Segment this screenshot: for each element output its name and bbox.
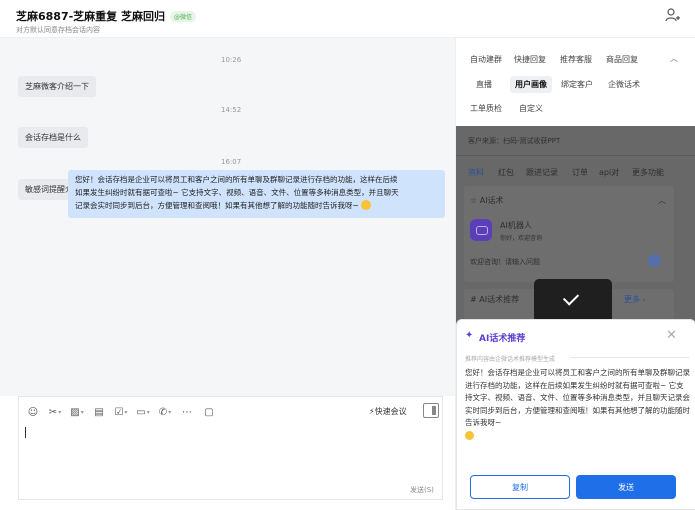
composer-toolbar: ☺ ✂ ▨ ▤ ☑ ▭ ✆ ⋯ ▢ <box>25 405 217 419</box>
smile-emoji-icon <box>361 200 372 210</box>
message-bubble[interactable]: 芝麻微客介绍一下 <box>18 76 96 97</box>
more-link[interactable]: 更多 › <box>624 294 646 305</box>
ai-recommend-popup: ✦ AI话术推荐 ✕ 推荐内容由企微话术推荐模型生成 您好！会话存档是企业可以将… <box>456 319 695 510</box>
popup-suggestion-text[interactable]: 您好！会话存档是企业可以将员工和客户之间的所有单聊及群聊记录进行存档的功能，这样… <box>465 367 691 442</box>
close-icon[interactable]: ✕ <box>666 328 677 343</box>
tab-custom[interactable]: 自定义 <box>519 103 543 114</box>
more-icon[interactable]: ⋯ <box>179 405 195 419</box>
reply-line: 记录会实时同步到后台，方便管理和查阅哦！如果有其他想了解的功能随时告诉我呀~ <box>75 199 438 212</box>
file-icon[interactable]: ▤ <box>91 405 107 419</box>
phone-icon[interactable]: ✆ <box>157 405 173 419</box>
tab-wecom-scripts[interactable]: 企微话术 <box>608 79 640 90</box>
message-time: 16:07 <box>221 158 242 166</box>
ai-script-title: ☆ AI话术 <box>470 196 504 205</box>
message-time: 14:52 <box>221 106 242 114</box>
tab-red-packet[interactable]: 红包 <box>498 167 514 178</box>
quote-icon[interactable]: ▢ <box>201 405 217 419</box>
folder-icon[interactable]: ▭ <box>135 405 151 419</box>
tab-quick-reply[interactable]: 快捷回复 <box>514 54 546 65</box>
message-time: 10:26 <box>221 56 242 64</box>
chat-header: 芝麻6887-芝麻重复 芝麻回归 @微信 对方默认同意存档会话内容 <box>0 0 695 38</box>
tab-orders[interactable]: 订单 <box>572 167 588 178</box>
reply-line: 您好！会话存档是企业可以将员工和客户之间的所有单聊及群聊记录进行存档的功能，这样… <box>75 175 398 184</box>
tab-user-profile[interactable]: 用户画像 <box>510 76 552 93</box>
tab-api[interactable]: api对 <box>599 167 619 178</box>
robot-greeting: 你好，欢迎咨询 <box>500 235 543 242</box>
screenshot-scissors-icon[interactable]: ✂ <box>47 405 63 419</box>
reply-bubble[interactable]: 您好！会话存档是企业可以将员工和客户之间的所有单聊及群聊记录进行存档的功能，这样… <box>68 170 445 218</box>
tab-profile-info[interactable]: 资料 <box>468 167 484 178</box>
copy-button[interactable]: 复制 <box>470 475 570 499</box>
image-icon[interactable]: ▨ <box>69 405 85 419</box>
contact-title: 芝麻6887-芝麻重复 芝麻回归 <box>16 10 166 23</box>
emoji-icon[interactable]: ☺ <box>25 405 41 419</box>
message-composer[interactable]: ☺ ✂ ▨ ▤ ☑ ▭ ✆ ⋯ ▢ ⚡快速会议 发送(S) <box>18 396 443 500</box>
chevron-up-icon[interactable]: ︿ <box>670 53 678 64</box>
checklist-icon[interactable]: ☑ <box>113 405 129 419</box>
popup-note: 推荐内容由企微话术推荐模型生成 <box>465 356 556 363</box>
message-bubble[interactable]: 会话存档是什么 <box>18 127 88 148</box>
reply-line: 如果发生纠纷时就有据可查啦~ 它支持文字、视频、语音、文件、位置等多种消息类型，… <box>75 188 399 197</box>
add-user-icon[interactable] <box>665 8 681 22</box>
quick-meeting-button[interactable]: ⚡快速会议 <box>369 406 407 417</box>
customer-side-panel: 自动建群 快捷回复 推荐客服 商品回复 ︿ 直播 用户画像 绑定客户 企微话术 … <box>455 38 695 510</box>
robot-name: AI机器人 <box>500 221 532 230</box>
tab-more-functions[interactable]: 更多功能 <box>632 167 664 178</box>
robot-avatar-icon <box>470 219 492 241</box>
tab-follow-up[interactable]: 跟进记录 <box>526 167 558 178</box>
wechat-tag: @微信 <box>170 11 197 22</box>
sparkle-icon: ✦ <box>465 330 474 341</box>
side-panel-toggle-icon[interactable] <box>423 403 439 418</box>
divider <box>570 357 689 358</box>
popup-title: AI话术推荐 <box>479 334 526 344</box>
send-suggestion-button[interactable]: 发送 <box>576 475 676 499</box>
archive-consent-note: 对方默认同意存档会话内容 <box>16 26 100 34</box>
ai-recommend-title: # AI话术推荐 <box>470 295 520 304</box>
checkmark-icon <box>562 289 580 306</box>
chevron-up-icon[interactable]: ︿ <box>658 195 666 206</box>
tab-live[interactable]: 直播 <box>476 79 492 90</box>
send-button[interactable]: 发送(S) <box>410 485 434 495</box>
ai-chat-input[interactable]: 欢迎咨询！请输入问题 <box>470 257 540 267</box>
smile-emoji-icon <box>465 430 474 440</box>
send-arrow-icon[interactable] <box>648 254 661 267</box>
tab-ticket-qc[interactable]: 工单质检 <box>470 103 502 114</box>
tab-recommend-service[interactable]: 推荐客服 <box>560 54 592 65</box>
chat-history[interactable]: 10:26 芝麻微客介绍一下 14:52 会话存档是什么 16:07 敏感词提醒… <box>0 38 455 396</box>
tab-product-reply[interactable]: 商品回复 <box>606 54 638 65</box>
text-cursor <box>25 427 26 438</box>
divider <box>456 155 695 156</box>
customer-source: 客户来源：扫码-测试收获PPT <box>468 137 561 145</box>
tab-auto-group[interactable]: 自动建群 <box>470 54 502 65</box>
tab-bind-customer[interactable]: 绑定客户 <box>561 79 593 90</box>
